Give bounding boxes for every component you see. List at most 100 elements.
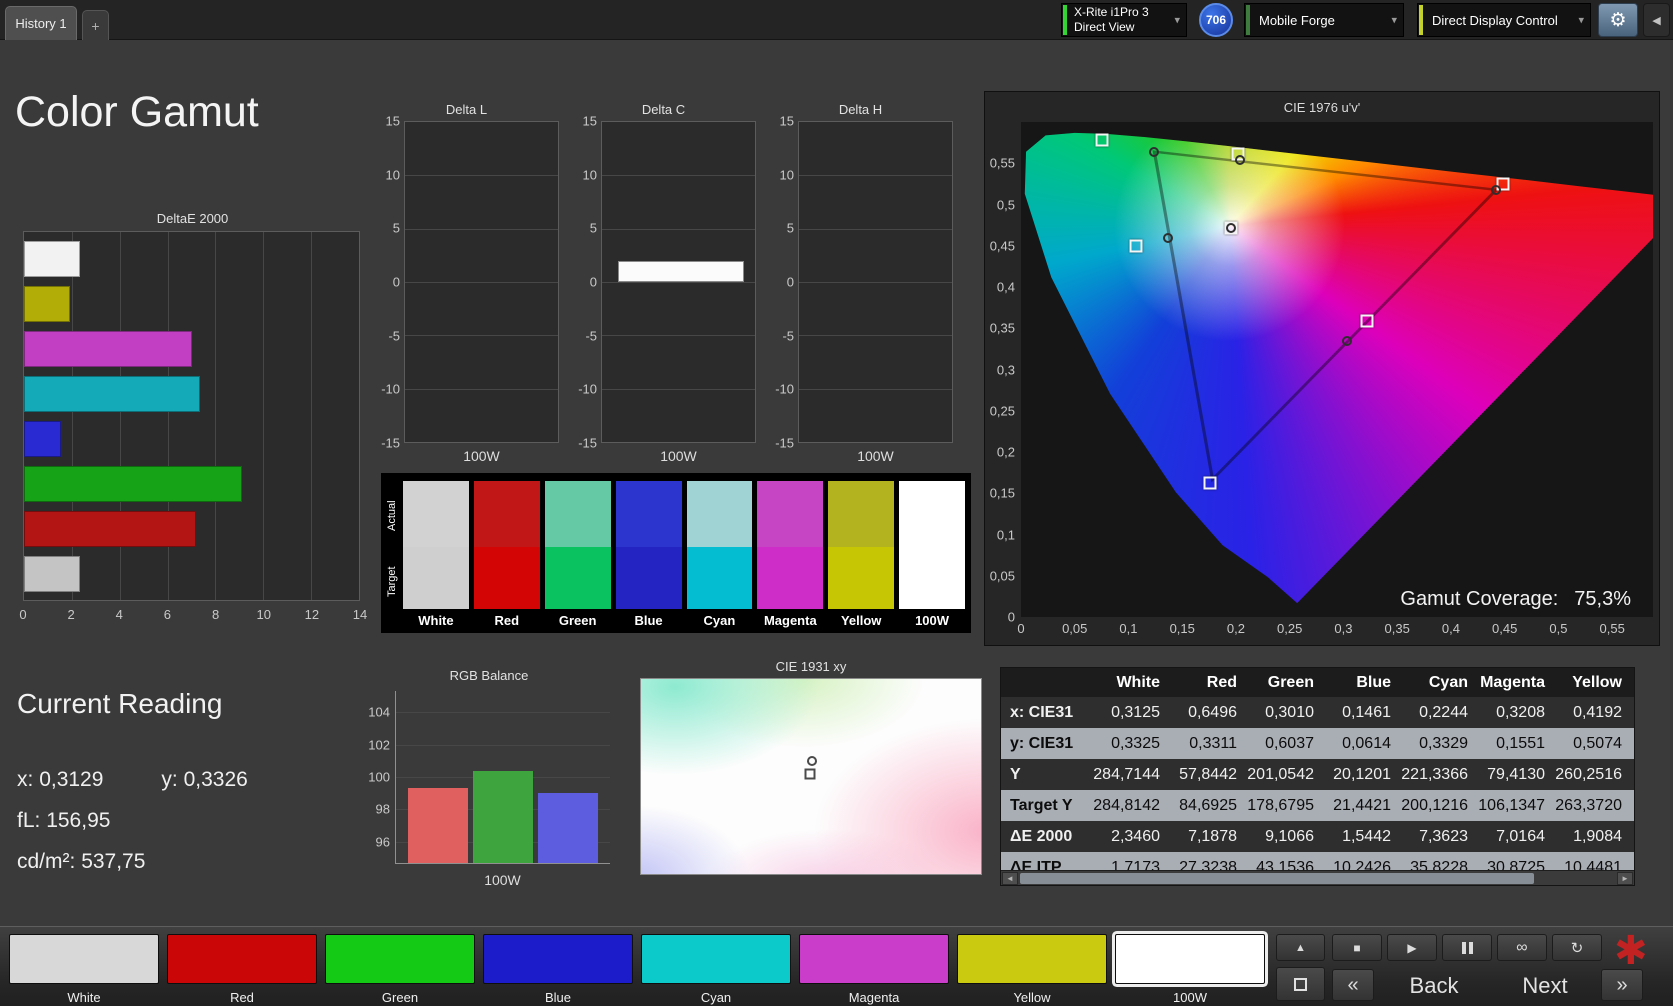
patch-yellow[interactable]: Yellow — [957, 934, 1107, 1005]
x-tick-label: 8 — [211, 607, 220, 622]
rgb-x-label: 100W — [484, 872, 521, 888]
col-header-yellow: Yellow — [1572, 673, 1622, 691]
cell: 0,2244 — [1419, 703, 1468, 721]
swatch-target — [828, 547, 895, 609]
play-button[interactable]: ▶ — [1387, 934, 1437, 961]
deltae-bar-row-100w — [24, 555, 359, 592]
patch-magenta[interactable]: Magenta — [799, 934, 949, 1005]
rgb-bars — [396, 691, 610, 863]
continuous-read-button[interactable]: ∞ — [1497, 934, 1547, 961]
swatch-label: White — [418, 613, 454, 628]
add-tab-button[interactable]: + — [82, 10, 109, 40]
source-dropdown[interactable]: Mobile Forge ▾ — [1244, 3, 1404, 37]
y-tick-label: 5 — [589, 220, 597, 236]
swatch-target — [403, 547, 469, 609]
swatch-target — [544, 547, 611, 609]
scroll-right-button[interactable]: ► — [1617, 872, 1633, 885]
deltae-bar-row-yellow — [24, 285, 359, 322]
patch-bar: White Red Green Blue Cyan Magenta Yellow 100W — [9, 934, 1265, 1005]
x-tick-label: 0,05 — [1062, 621, 1088, 636]
cell: 0,3311 — [1189, 734, 1237, 752]
cie1976-panel: CIE 1976 u'v' 0,55 0,5 0,45 0,4 0,35 0,3 0,25 0… — [984, 91, 1660, 646]
patch-blue[interactable]: Blue — [483, 934, 633, 1005]
cie-yticks: 0,55 0,5 0,45 0,4 0,35 0,3 0,25 0,2 0,15 0,1 0,05 0 — [985, 122, 1018, 625]
y-tick-label: 5 — [392, 220, 400, 236]
marker-green-measured — [1149, 146, 1160, 157]
x-tick-label: 0,15 — [1169, 621, 1195, 636]
next-chevron-button[interactable]: » — [1601, 969, 1643, 1001]
play-icon: ▶ — [1407, 940, 1417, 955]
swatch-label: Blue — [634, 613, 663, 628]
chevron-down-icon: ▾ — [1174, 14, 1180, 27]
display-control-dropdown[interactable]: Direct Display Control ▾ — [1417, 3, 1591, 37]
swatch-yellow: Yellow — [828, 481, 895, 628]
chart-delta-h: Delta H 15 10 5 0 -5 -10 -15 100W — [767, 102, 954, 471]
xy-reading: x: 0,3129 y: 0,3326 — [17, 768, 248, 792]
swatch-row: White Red Green Blue Cyan Magenta Yellow 100W — [403, 481, 965, 628]
patch-label: Yellow — [1013, 990, 1051, 1005]
tab-history-1[interactable]: History 1 — [5, 6, 77, 40]
stop-icon: ■ — [1353, 940, 1361, 955]
cell: 0,0614 — [1342, 734, 1391, 752]
patch-white[interactable]: White — [9, 934, 159, 1005]
cell: 1,5442 — [1342, 827, 1391, 845]
swatch-actual — [544, 481, 611, 547]
current-reading-values: x: 0,3129 y: 0,3326 fL: 156,95 cd/m²: 537… — [17, 768, 248, 874]
y-tick-label: 0,55 — [989, 155, 1015, 171]
patch-swatch — [9, 934, 159, 984]
x-tick-label: 0,3 — [1334, 621, 1353, 636]
table-scrollbar[interactable]: ◄ ► — [1001, 870, 1634, 885]
col-header-green: Green — [1267, 673, 1314, 691]
next-button[interactable]: Next — [1495, 973, 1595, 999]
x-tick-label: 0,45 — [1492, 621, 1518, 636]
deltae-bar-green — [24, 465, 242, 502]
settings-button[interactable]: ⚙ — [1598, 3, 1638, 37]
cell: 5 — [1630, 797, 1634, 815]
chevron-down-icon: ▾ — [1391, 14, 1397, 27]
y-tick-label: 0,45 — [989, 238, 1015, 254]
cell: 57,8442 — [1179, 765, 1237, 783]
back-chevron-button[interactable]: « — [1332, 969, 1374, 1001]
col-header-magenta: Magenta — [1480, 673, 1545, 691]
x-tick-label: 2 — [67, 607, 75, 622]
swatch-blue: Blue — [615, 481, 682, 628]
gridline — [799, 282, 952, 283]
y-tick-label: 96 — [375, 834, 390, 850]
scroll-left-button[interactable]: ◄ — [1002, 872, 1018, 885]
patch-red[interactable]: Red — [167, 934, 317, 1005]
delta-c-title: Delta C — [641, 102, 686, 117]
stop-button[interactable]: ■ — [1332, 934, 1382, 961]
y-tick-label: 15 — [779, 113, 794, 129]
cell: 0,3125 — [1111, 703, 1160, 721]
swatch-red: Red — [473, 481, 540, 628]
topbar: History 1 + X-Rite i1Pro 3 Direct View ▾… — [0, 0, 1673, 40]
patch-label: Red — [230, 990, 254, 1005]
cell: 0,3010 — [1265, 703, 1314, 721]
marker-white-measured — [1225, 222, 1236, 233]
table-row: x: CIE31 0,3125 0,6496 0,3010 0,1461 0,2244 0,… — [1001, 697, 1634, 728]
cell: 2,3460 — [1111, 827, 1160, 845]
current-reading-panel: Current Reading x: 0,3129 y: 0,3326 fL: 1… — [17, 688, 248, 874]
meter-line1: X-Rite i1Pro 3 — [1074, 5, 1149, 19]
scroll-thumb[interactable] — [1020, 873, 1534, 884]
y-tick-label: -15 — [381, 435, 400, 451]
deltae-plot — [23, 231, 360, 601]
loop-button[interactable]: ↻ — [1552, 934, 1602, 961]
pattern-window-button[interactable] — [1276, 967, 1325, 1001]
meter-dropdown[interactable]: X-Rite i1Pro 3 Direct View ▾ — [1061, 3, 1187, 37]
y-tick-label: 102 — [368, 737, 390, 753]
patch-100w[interactable]: 100W — [1115, 934, 1265, 1005]
rgb-bar-blue — [538, 793, 598, 863]
pattern-up-button[interactable]: ▲ — [1276, 934, 1325, 961]
patch-cyan[interactable]: Cyan — [641, 934, 791, 1005]
swatch-target — [757, 547, 824, 609]
patch-green[interactable]: Green — [325, 934, 475, 1005]
collapse-panel-button[interactable]: ◀ — [1643, 3, 1670, 37]
back-button[interactable]: Back — [1384, 973, 1484, 999]
x-tick-label: 12 — [304, 607, 320, 622]
square-icon — [1294, 977, 1307, 991]
swatch-target — [473, 547, 540, 609]
pause-button[interactable] — [1442, 934, 1492, 961]
deltae-bar-red — [24, 510, 197, 547]
swatch-label: Green — [558, 613, 597, 628]
